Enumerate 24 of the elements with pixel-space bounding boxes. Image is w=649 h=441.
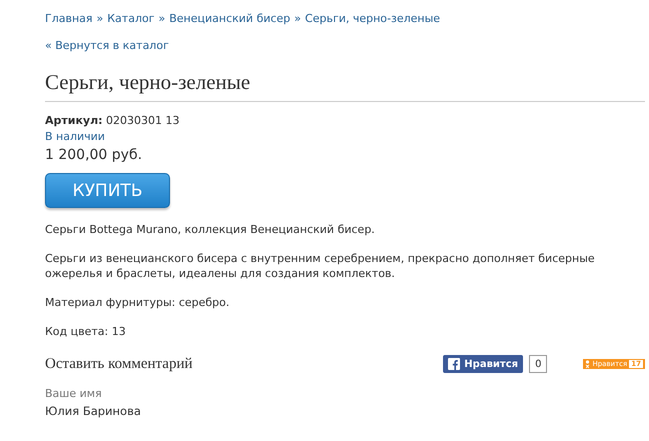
- breadcrumb-separator: »: [96, 12, 104, 25]
- description-paragraph: Серьги из венецианского бисера с внутренним серебрением, прекрасно дополняет бисерные ожерелья и браслеты, идеалены для создания комплектов.: [45, 251, 596, 281]
- buy-button[interactable]: КУПИТЬ: [45, 173, 170, 208]
- breadcrumb-separator: »: [294, 12, 302, 25]
- person-icon: [585, 360, 590, 368]
- comment-heading: Оставить комментарий: [45, 356, 194, 372]
- breadcrumb-link[interactable]: Каталог: [107, 12, 154, 25]
- availability-status: В наличии: [45, 130, 106, 143]
- price: 1 200,00 руб.: [45, 147, 144, 163]
- name-field[interactable]: Юлия Баринова: [45, 404, 645, 418]
- like-count: 0: [529, 355, 548, 373]
- breadcrumb-link[interactable]: Главная: [45, 12, 93, 25]
- field-label: Ваше имя: [45, 387, 103, 400]
- back-link[interactable]: « Вернутся в каталог: [45, 39, 169, 52]
- description-paragraph: Код цвета: 13: [45, 324, 127, 339]
- breadcrumb-link[interactable]: Серьги, черно-зеленые: [305, 12, 440, 25]
- product-title: Серьги, черно-зеленые: [45, 70, 645, 102]
- description-paragraph: Серьги Bottega Murano, коллекция Венецианский бисер.: [45, 222, 376, 237]
- description-paragraph: Материал фурнитуры: серебро.: [45, 295, 230, 310]
- breadcrumb-link[interactable]: Венецианский бисер: [169, 12, 290, 25]
- breadcrumb-separator: »: [158, 12, 166, 25]
- sku-text: Артикул: 02030301 13: [45, 114, 181, 127]
- facebook-like-button[interactable]: Нравится: [443, 355, 524, 373]
- facebook-logo-icon: [448, 358, 460, 370]
